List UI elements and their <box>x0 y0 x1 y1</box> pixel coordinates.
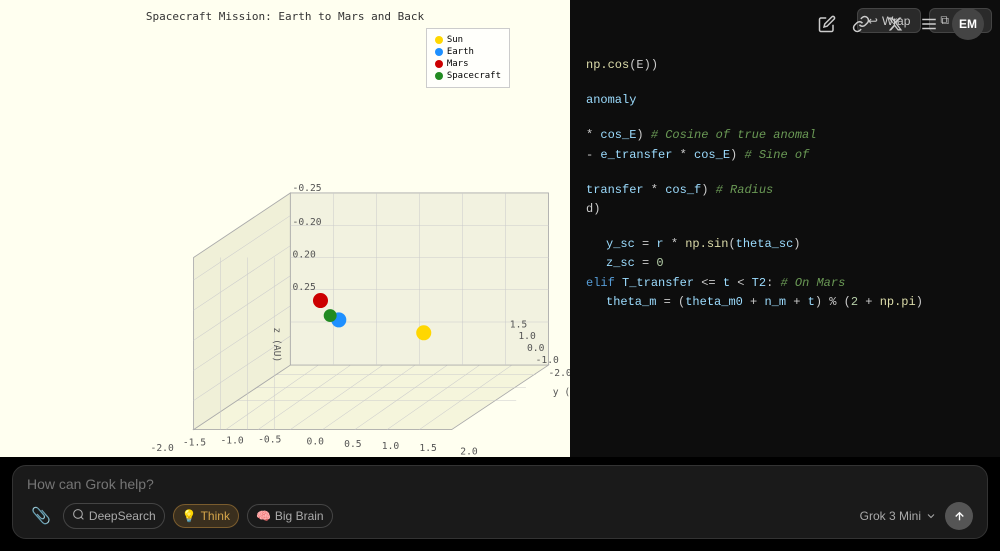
plot-title: Spacecraft Mission: Earth to Mars and Ba… <box>146 10 424 23</box>
plot-legend: Sun Earth Mars Spacecraft <box>426 28 510 88</box>
think-icon: 💡 <box>182 509 197 523</box>
search-icon <box>72 508 85 524</box>
model-selector-button[interactable]: Grok 3 Mini <box>860 509 937 523</box>
point-sun <box>416 325 431 340</box>
x-social-icon[interactable] <box>884 13 906 35</box>
arrow-up-icon <box>953 510 966 523</box>
svg-text:-1.0: -1.0 <box>536 355 559 366</box>
bigbrain-button[interactable]: 🧠 Big Brain <box>247 504 333 528</box>
code-line <box>586 110 984 126</box>
svg-text:-2.0: -2.0 <box>548 368 570 379</box>
link-icon[interactable] <box>850 13 872 35</box>
legend-mars: Mars <box>435 59 501 69</box>
legend-dot-mars <box>435 60 443 68</box>
code-line <box>586 165 984 181</box>
edit-icon[interactable] <box>816 13 838 35</box>
chat-actions: 📎 DeepSearch 💡 Think 🧠 Big Brain Grok 3 <box>27 498 973 530</box>
svg-text:1.0: 1.0 <box>382 441 400 452</box>
legend-dot-sun <box>435 36 443 44</box>
legend-spacecraft: Spacecraft <box>435 71 501 81</box>
code-line: theta_m = (theta_m0 + n_m + t) % (2 + np… <box>586 293 984 312</box>
deepsearch-button[interactable]: DeepSearch <box>63 503 165 529</box>
code-line: - e_transfer * cos_E) # Sine of <box>586 146 984 165</box>
chevron-down-icon <box>925 510 937 522</box>
svg-text:-1.0: -1.0 <box>220 436 243 447</box>
svg-text:-0.20: -0.20 <box>293 217 322 228</box>
svg-text:0.0: 0.0 <box>527 343 545 354</box>
chat-input[interactable] <box>27 476 973 498</box>
code-line: z_sc = 0 <box>586 254 984 273</box>
top-bar: EM <box>800 0 1000 48</box>
legend-sun: Sun <box>435 35 501 45</box>
menu-icon[interactable] <box>918 13 940 35</box>
svg-text:0.25: 0.25 <box>293 282 316 293</box>
user-avatar[interactable]: EM <box>952 8 984 40</box>
code-line: anomaly <box>586 91 984 110</box>
code-line: * cos_E) # Cosine of true anomal <box>586 126 984 145</box>
think-button[interactable]: 💡 Think <box>173 504 239 528</box>
code-line: elif T_transfer <= t < T2: # On Mars <box>586 274 984 293</box>
send-button[interactable] <box>945 502 973 530</box>
svg-text:1.0: 1.0 <box>518 331 536 342</box>
code-line: y_sc = r * np.sin(theta_sc) <box>586 235 984 254</box>
attachment-button[interactable]: 📎 <box>27 504 55 528</box>
point-mars <box>313 293 328 308</box>
svg-text:-0.25: -0.25 <box>293 183 322 194</box>
legend-dot-earth <box>435 48 443 56</box>
brain-icon: 🧠 <box>256 509 271 523</box>
legend-dot-spacecraft <box>435 72 443 80</box>
svg-text:z (AU): z (AU) <box>271 327 282 362</box>
code-line <box>586 75 984 91</box>
code-line: np.cos(E)) <box>586 56 984 75</box>
svg-text:-2.0: -2.0 <box>151 443 174 454</box>
code-line: transfer * cos_f) # Radius <box>586 181 984 200</box>
code-line <box>586 219 984 235</box>
code-line: d) <box>586 200 984 219</box>
svg-text:-1.5: -1.5 <box>183 438 206 449</box>
bottom-area: 📎 DeepSearch 💡 Think 🧠 Big Brain Grok 3 <box>0 457 1000 551</box>
svg-text:1.5: 1.5 <box>510 319 528 330</box>
svg-text:y (AU): y (AU) <box>553 387 570 398</box>
legend-earth: Earth <box>435 47 501 57</box>
plot-area: Spacecraft Mission: Earth to Mars and Ba… <box>0 0 570 515</box>
svg-text:1.5: 1.5 <box>419 443 437 454</box>
svg-text:0.20: 0.20 <box>293 250 316 261</box>
svg-text:2.0: 2.0 <box>460 446 478 457</box>
chat-box: 📎 DeepSearch 💡 Think 🧠 Big Brain Grok 3 <box>12 465 988 539</box>
point-spacecraft <box>324 309 337 322</box>
svg-text:0.5: 0.5 <box>344 439 362 450</box>
svg-text:0.0: 0.0 <box>307 437 325 448</box>
svg-text:-0.5: -0.5 <box>258 434 281 445</box>
